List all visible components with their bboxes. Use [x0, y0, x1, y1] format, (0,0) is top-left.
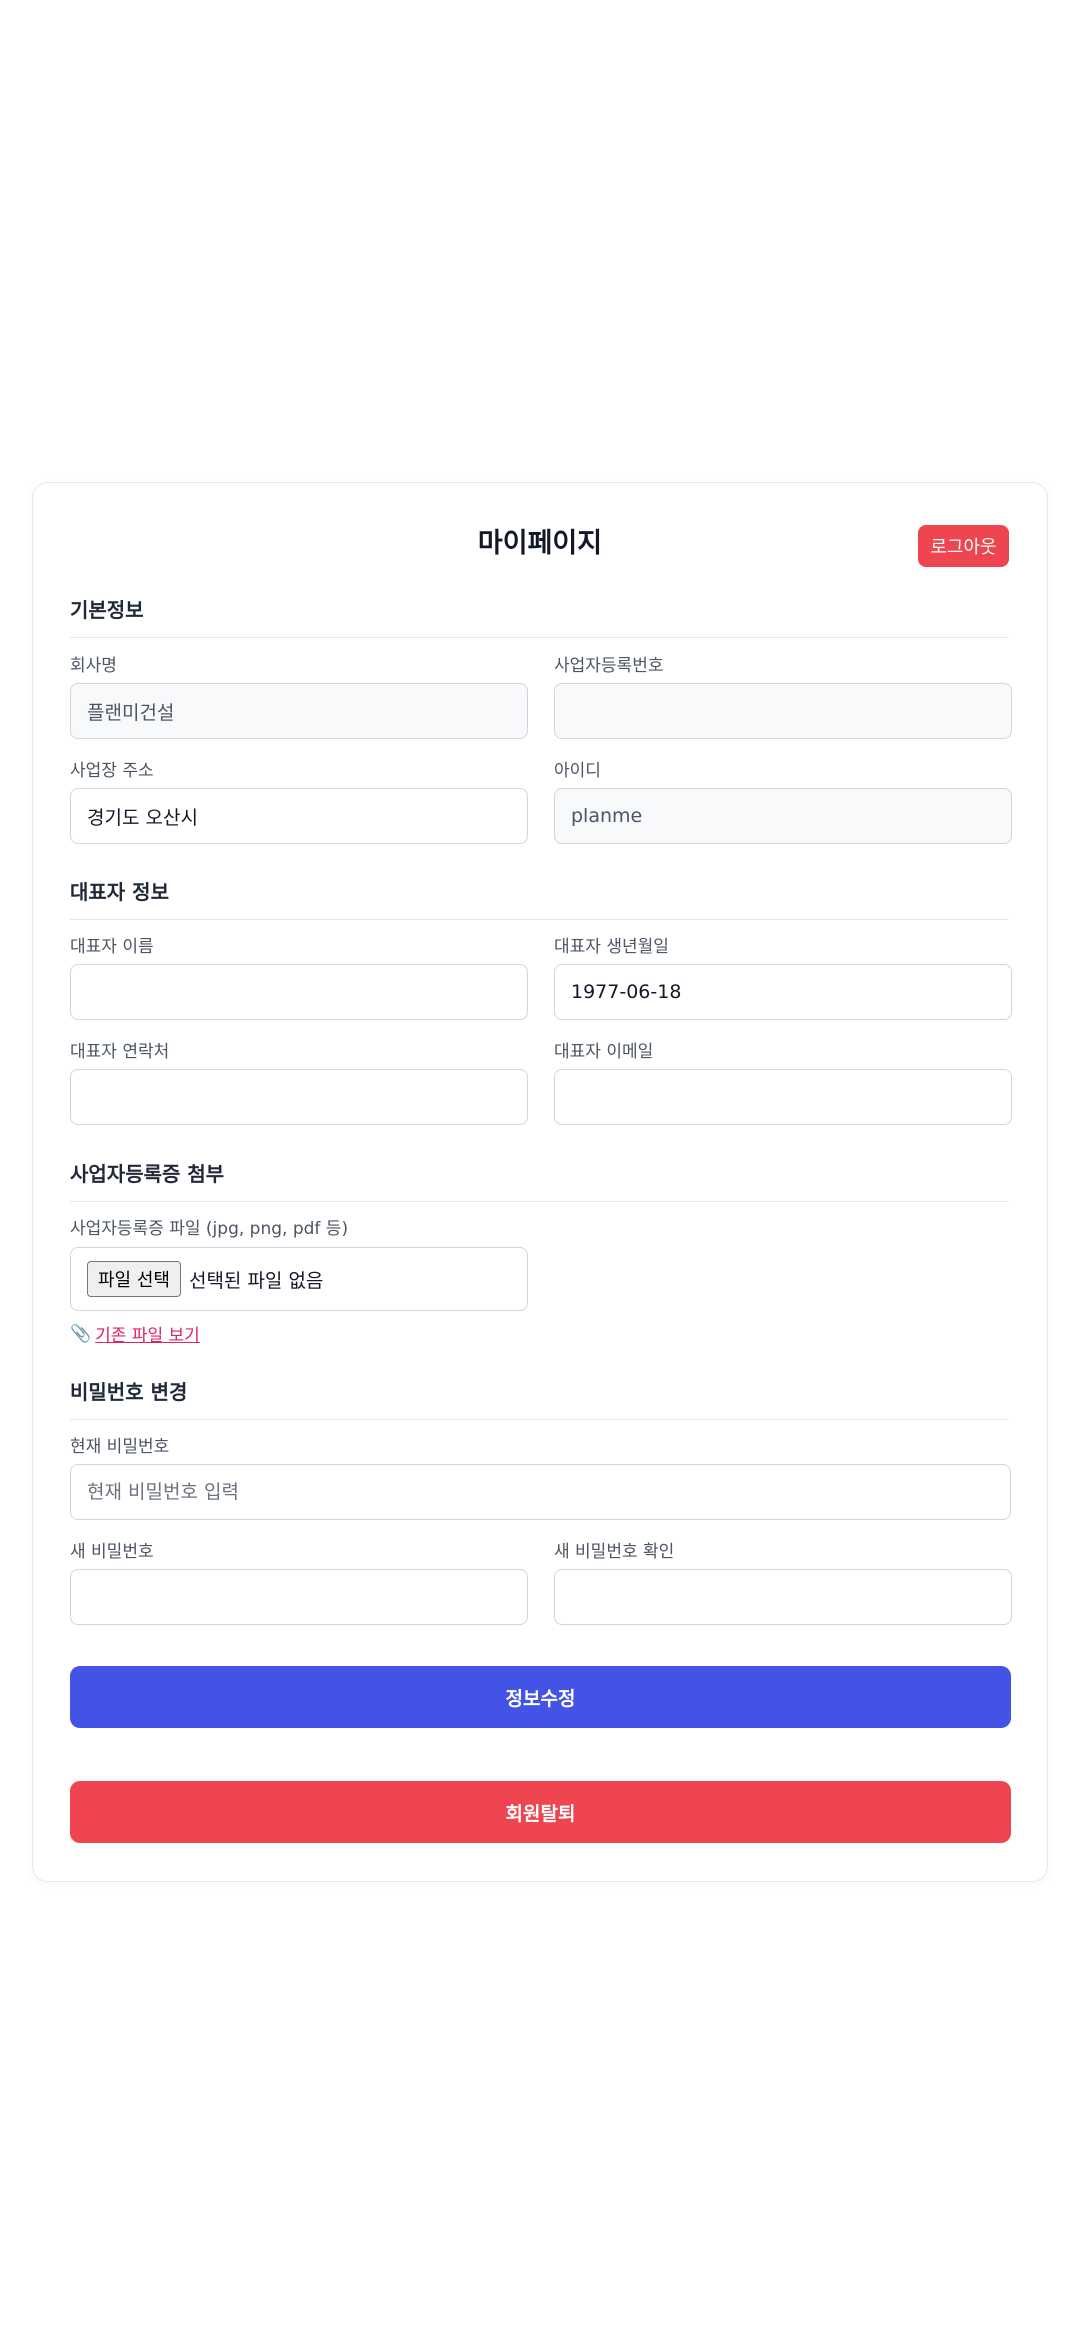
user-id-label: 아이디: [554, 761, 601, 781]
update-info-button[interactable]: 정보수정: [70, 1666, 1011, 1728]
ceo-phone-field[interactable]: [70, 1069, 528, 1125]
business-file-input[interactable]: 파일 선택 선택된 파일 없음: [70, 1247, 528, 1311]
section-title-basic-info: 기본정보: [70, 597, 1009, 638]
ceo-birthdate-field[interactable]: [554, 964, 1012, 1020]
existing-file-link[interactable]: 기존 파일 보기: [95, 1321, 200, 1346]
file-status-text: 선택된 파일 없음: [188, 1269, 324, 1292]
page-title: 마이페이지: [477, 528, 603, 559]
choose-file-button[interactable]: 파일 선택: [87, 1261, 181, 1297]
new-password-field[interactable]: [70, 1569, 528, 1625]
paperclip-icon: 📎: [70, 1323, 92, 1344]
logout-button[interactable]: 로그아웃: [918, 525, 1009, 567]
business-file-label: 사업자등록증 파일 (jpg, png, pdf 등): [70, 1219, 349, 1239]
ceo-birthdate-label: 대표자 생년월일: [554, 937, 669, 957]
business-address-label: 사업장 주소: [70, 761, 154, 781]
withdraw-button[interactable]: 회원탈퇴: [70, 1781, 1011, 1843]
business-reg-no-label: 사업자등록번호: [554, 656, 664, 676]
new-password-label: 새 비밀번호: [70, 1542, 154, 1562]
existing-file-link-row: 📎 기존 파일 보기: [70, 1321, 200, 1347]
confirm-password-label: 새 비밀번호 확인: [554, 1542, 675, 1562]
mypage-card: 마이페이지 로그아웃 기본정보 회사명 사업자등록번호 사업장 주소 아이디 대…: [32, 482, 1048, 1882]
company-name-label: 회사명: [70, 656, 117, 676]
ceo-email-field[interactable]: [554, 1069, 1012, 1125]
section-title-password: 비밀번호 변경: [70, 1379, 1009, 1420]
ceo-name-field[interactable]: [70, 964, 528, 1020]
ceo-name-label: 대표자 이름: [70, 937, 154, 957]
section-title-attachment: 사업자등록증 첨부: [70, 1161, 1009, 1202]
ceo-email-label: 대표자 이메일: [554, 1042, 654, 1062]
business-address-field[interactable]: [70, 788, 528, 844]
current-password-field[interactable]: [70, 1464, 1011, 1520]
company-name-field[interactable]: [70, 683, 528, 739]
ceo-phone-label: 대표자 연락처: [70, 1042, 170, 1062]
business-reg-no-field[interactable]: [554, 683, 1012, 739]
current-password-label: 현재 비밀번호: [70, 1437, 170, 1457]
confirm-password-field[interactable]: [554, 1569, 1012, 1625]
section-title-ceo-info: 대표자 정보: [70, 879, 1009, 920]
user-id-field[interactable]: [554, 788, 1012, 844]
